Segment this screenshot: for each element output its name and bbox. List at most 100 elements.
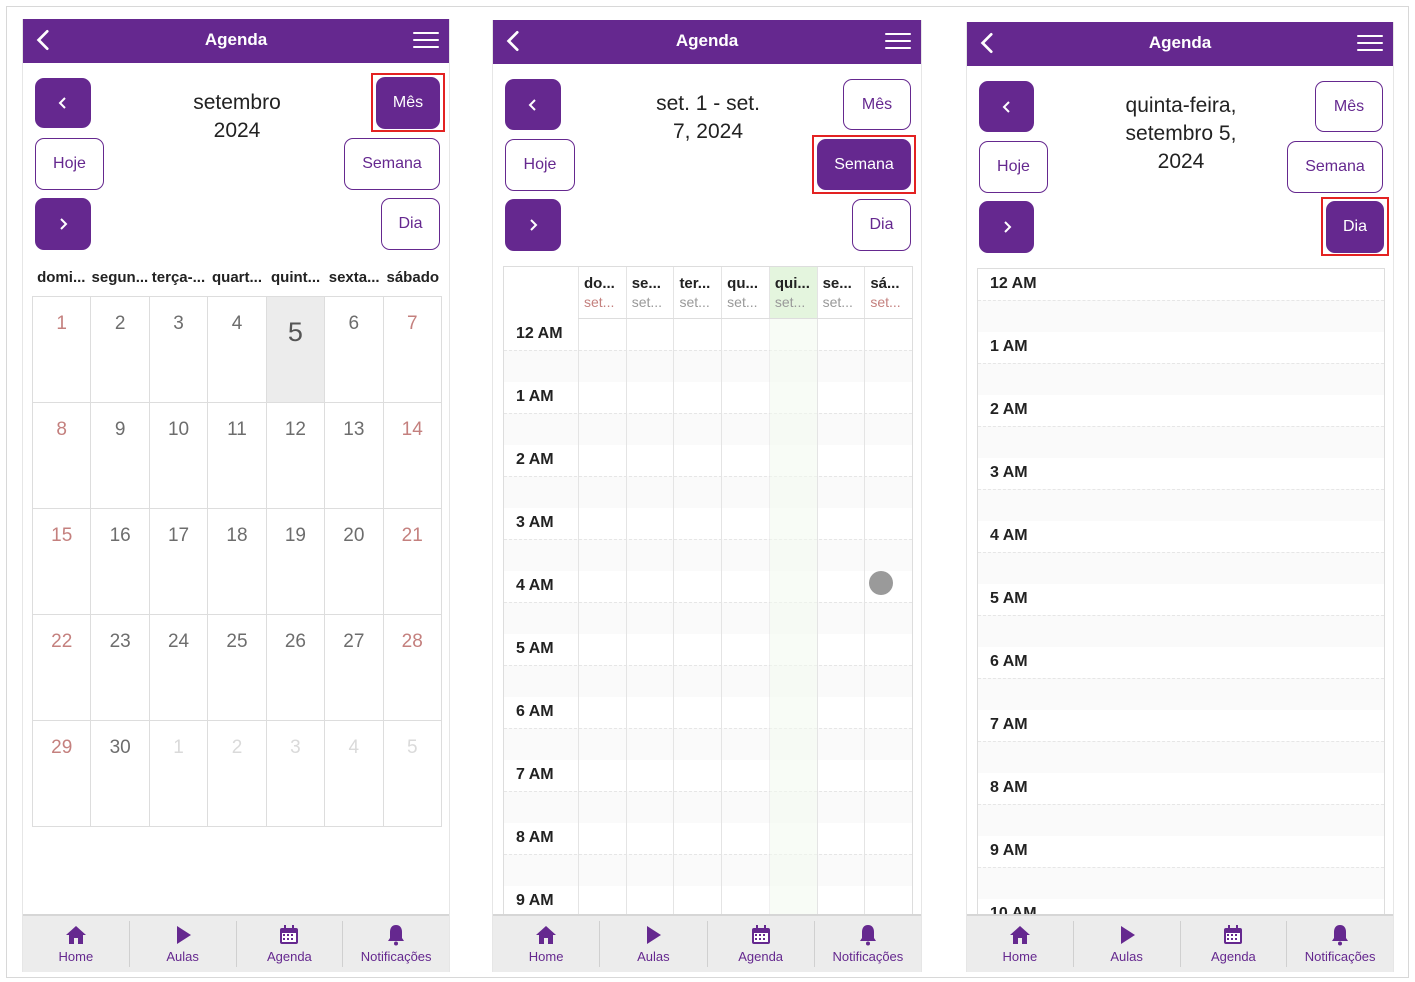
- day-cell[interactable]: 18: [208, 509, 267, 615]
- week-day-header[interactable]: se... set...: [625, 267, 674, 318]
- day-cell[interactable]: 23: [91, 615, 150, 721]
- day-cell[interactable]: 19: [266, 509, 326, 615]
- week-view-button[interactable]: Semana: [817, 139, 911, 190]
- previous-button[interactable]: [505, 79, 561, 130]
- day-cell[interactable]: 27: [325, 615, 384, 721]
- day-column[interactable]: [673, 319, 721, 925]
- day-cell[interactable]: 1: [33, 297, 92, 403]
- day-view-button[interactable]: Dia: [852, 199, 911, 251]
- half-hour-slot[interactable]: [978, 552, 1384, 584]
- tab-home[interactable]: Home: [967, 921, 1074, 967]
- day-column[interactable]: [578, 319, 626, 925]
- day-cell[interactable]: 11: [208, 403, 267, 509]
- hour-label: 5 AM: [990, 590, 1028, 607]
- day-cell[interactable]: 5: [383, 721, 442, 827]
- day-cell[interactable]: 24: [149, 615, 209, 721]
- week-day-header[interactable]: do... set...: [578, 267, 626, 318]
- half-hour-slot[interactable]: [978, 426, 1384, 458]
- day-cell[interactable]: 2: [208, 721, 267, 827]
- previous-button[interactable]: [979, 81, 1034, 132]
- half-hour-slot[interactable]: [978, 867, 1384, 899]
- tab-notificacoes[interactable]: Notificações: [343, 921, 449, 967]
- today-button[interactable]: Hoje: [505, 139, 575, 191]
- half-hour-slot[interactable]: [978, 300, 1384, 332]
- day-cell[interactable]: 3: [266, 721, 326, 827]
- next-button[interactable]: [505, 199, 561, 251]
- tab-home[interactable]: Home: [493, 921, 601, 967]
- day-cell[interactable]: 3: [149, 297, 209, 403]
- previous-button[interactable]: [35, 78, 91, 128]
- hamburger-menu-icon[interactable]: [413, 32, 439, 50]
- day-cell[interactable]: 13: [325, 403, 384, 509]
- day-view-button[interactable]: Dia: [381, 198, 440, 250]
- week-view-button[interactable]: Semana: [344, 138, 440, 190]
- day-cell[interactable]: 20: [325, 509, 384, 615]
- week-day-header[interactable]: sá... set...: [864, 267, 912, 318]
- day-cell[interactable]: 4: [325, 721, 384, 827]
- tab-aulas[interactable]: Aulas: [130, 921, 237, 967]
- day-column[interactable]: [721, 319, 769, 925]
- day-cell[interactable]: 15: [33, 509, 92, 615]
- today-button[interactable]: Hoje: [35, 138, 104, 190]
- tab-agenda[interactable]: Agenda: [1181, 921, 1288, 967]
- half-hour-slot[interactable]: [978, 615, 1384, 647]
- tab-notificacoes[interactable]: Notificações: [815, 921, 921, 967]
- week-day-header[interactable]: se... set...: [816, 267, 865, 318]
- half-hour-slot[interactable]: [978, 489, 1384, 521]
- week-day-header[interactable]: qu... set...: [721, 267, 769, 318]
- tab-agenda-label: Agenda: [738, 949, 784, 964]
- day-cell[interactable]: 16: [91, 509, 150, 615]
- next-button[interactable]: [35, 198, 91, 250]
- week-view-button[interactable]: Semana: [1287, 141, 1383, 193]
- hour-label: 8 AM: [516, 829, 554, 846]
- tab-aulas[interactable]: Aulas: [1074, 921, 1181, 967]
- tab-notificacoes-label: Notificações: [360, 949, 432, 964]
- day-cell[interactable]: 25: [208, 615, 267, 721]
- hamburger-menu-icon[interactable]: [885, 33, 911, 51]
- day-cell[interactable]: 14: [383, 403, 442, 509]
- hour-row: [978, 773, 1384, 836]
- day-cell[interactable]: 9: [91, 403, 150, 509]
- day-cell[interactable]: 2: [91, 297, 150, 403]
- day-column[interactable]: [768, 319, 817, 925]
- calendar-icon: [751, 925, 770, 944]
- day-cell[interactable]: 29: [33, 721, 92, 827]
- day-cell[interactable]: 17: [149, 509, 209, 615]
- day-column[interactable]: [864, 319, 912, 925]
- day-cell[interactable]: 6: [325, 297, 384, 403]
- day-cell[interactable]: 4: [208, 297, 267, 403]
- half-hour-slot[interactable]: [978, 741, 1384, 773]
- month-view-button[interactable]: Mês: [843, 79, 911, 130]
- day-cell[interactable]: 12: [266, 403, 326, 509]
- month-view-button[interactable]: Mês: [376, 77, 440, 129]
- half-hour-slot[interactable]: [978, 363, 1384, 395]
- tab-home[interactable]: Home: [23, 921, 130, 967]
- hamburger-menu-icon[interactable]: [1357, 35, 1383, 53]
- day-cell[interactable]: 30: [91, 721, 150, 827]
- day-column[interactable]: [625, 319, 674, 925]
- day-column[interactable]: [816, 319, 865, 925]
- day-cell[interactable]: 8: [33, 403, 92, 509]
- day-cell[interactable]: 22: [33, 615, 92, 721]
- day-cell[interactable]: 28: [383, 615, 442, 721]
- scroll-indicator-dot[interactable]: [869, 571, 893, 595]
- today-button[interactable]: Hoje: [979, 141, 1048, 193]
- half-hour-slot[interactable]: [978, 804, 1384, 836]
- tab-notificacoes[interactable]: Notificações: [1287, 921, 1393, 967]
- day-cell[interactable]: 7: [383, 297, 442, 403]
- day-cell[interactable]: 5: [266, 297, 326, 403]
- half-hour-slot[interactable]: [978, 678, 1384, 710]
- month-view-button[interactable]: Mês: [1315, 81, 1383, 132]
- day-view-button[interactable]: Dia: [1326, 201, 1384, 253]
- bell-icon: [1332, 925, 1349, 946]
- day-cell[interactable]: 21: [383, 509, 442, 615]
- tab-agenda[interactable]: Agenda: [237, 921, 344, 967]
- day-cell[interactable]: 10: [149, 403, 209, 509]
- next-button[interactable]: [979, 201, 1034, 253]
- tab-aulas[interactable]: Aulas: [600, 921, 708, 967]
- week-day-header[interactable]: ter... set...: [673, 267, 721, 318]
- week-day-header[interactable]: qui... set...: [768, 267, 817, 318]
- day-cell[interactable]: 1: [149, 721, 209, 827]
- tab-agenda[interactable]: Agenda: [708, 921, 815, 967]
- day-cell[interactable]: 26: [266, 615, 326, 721]
